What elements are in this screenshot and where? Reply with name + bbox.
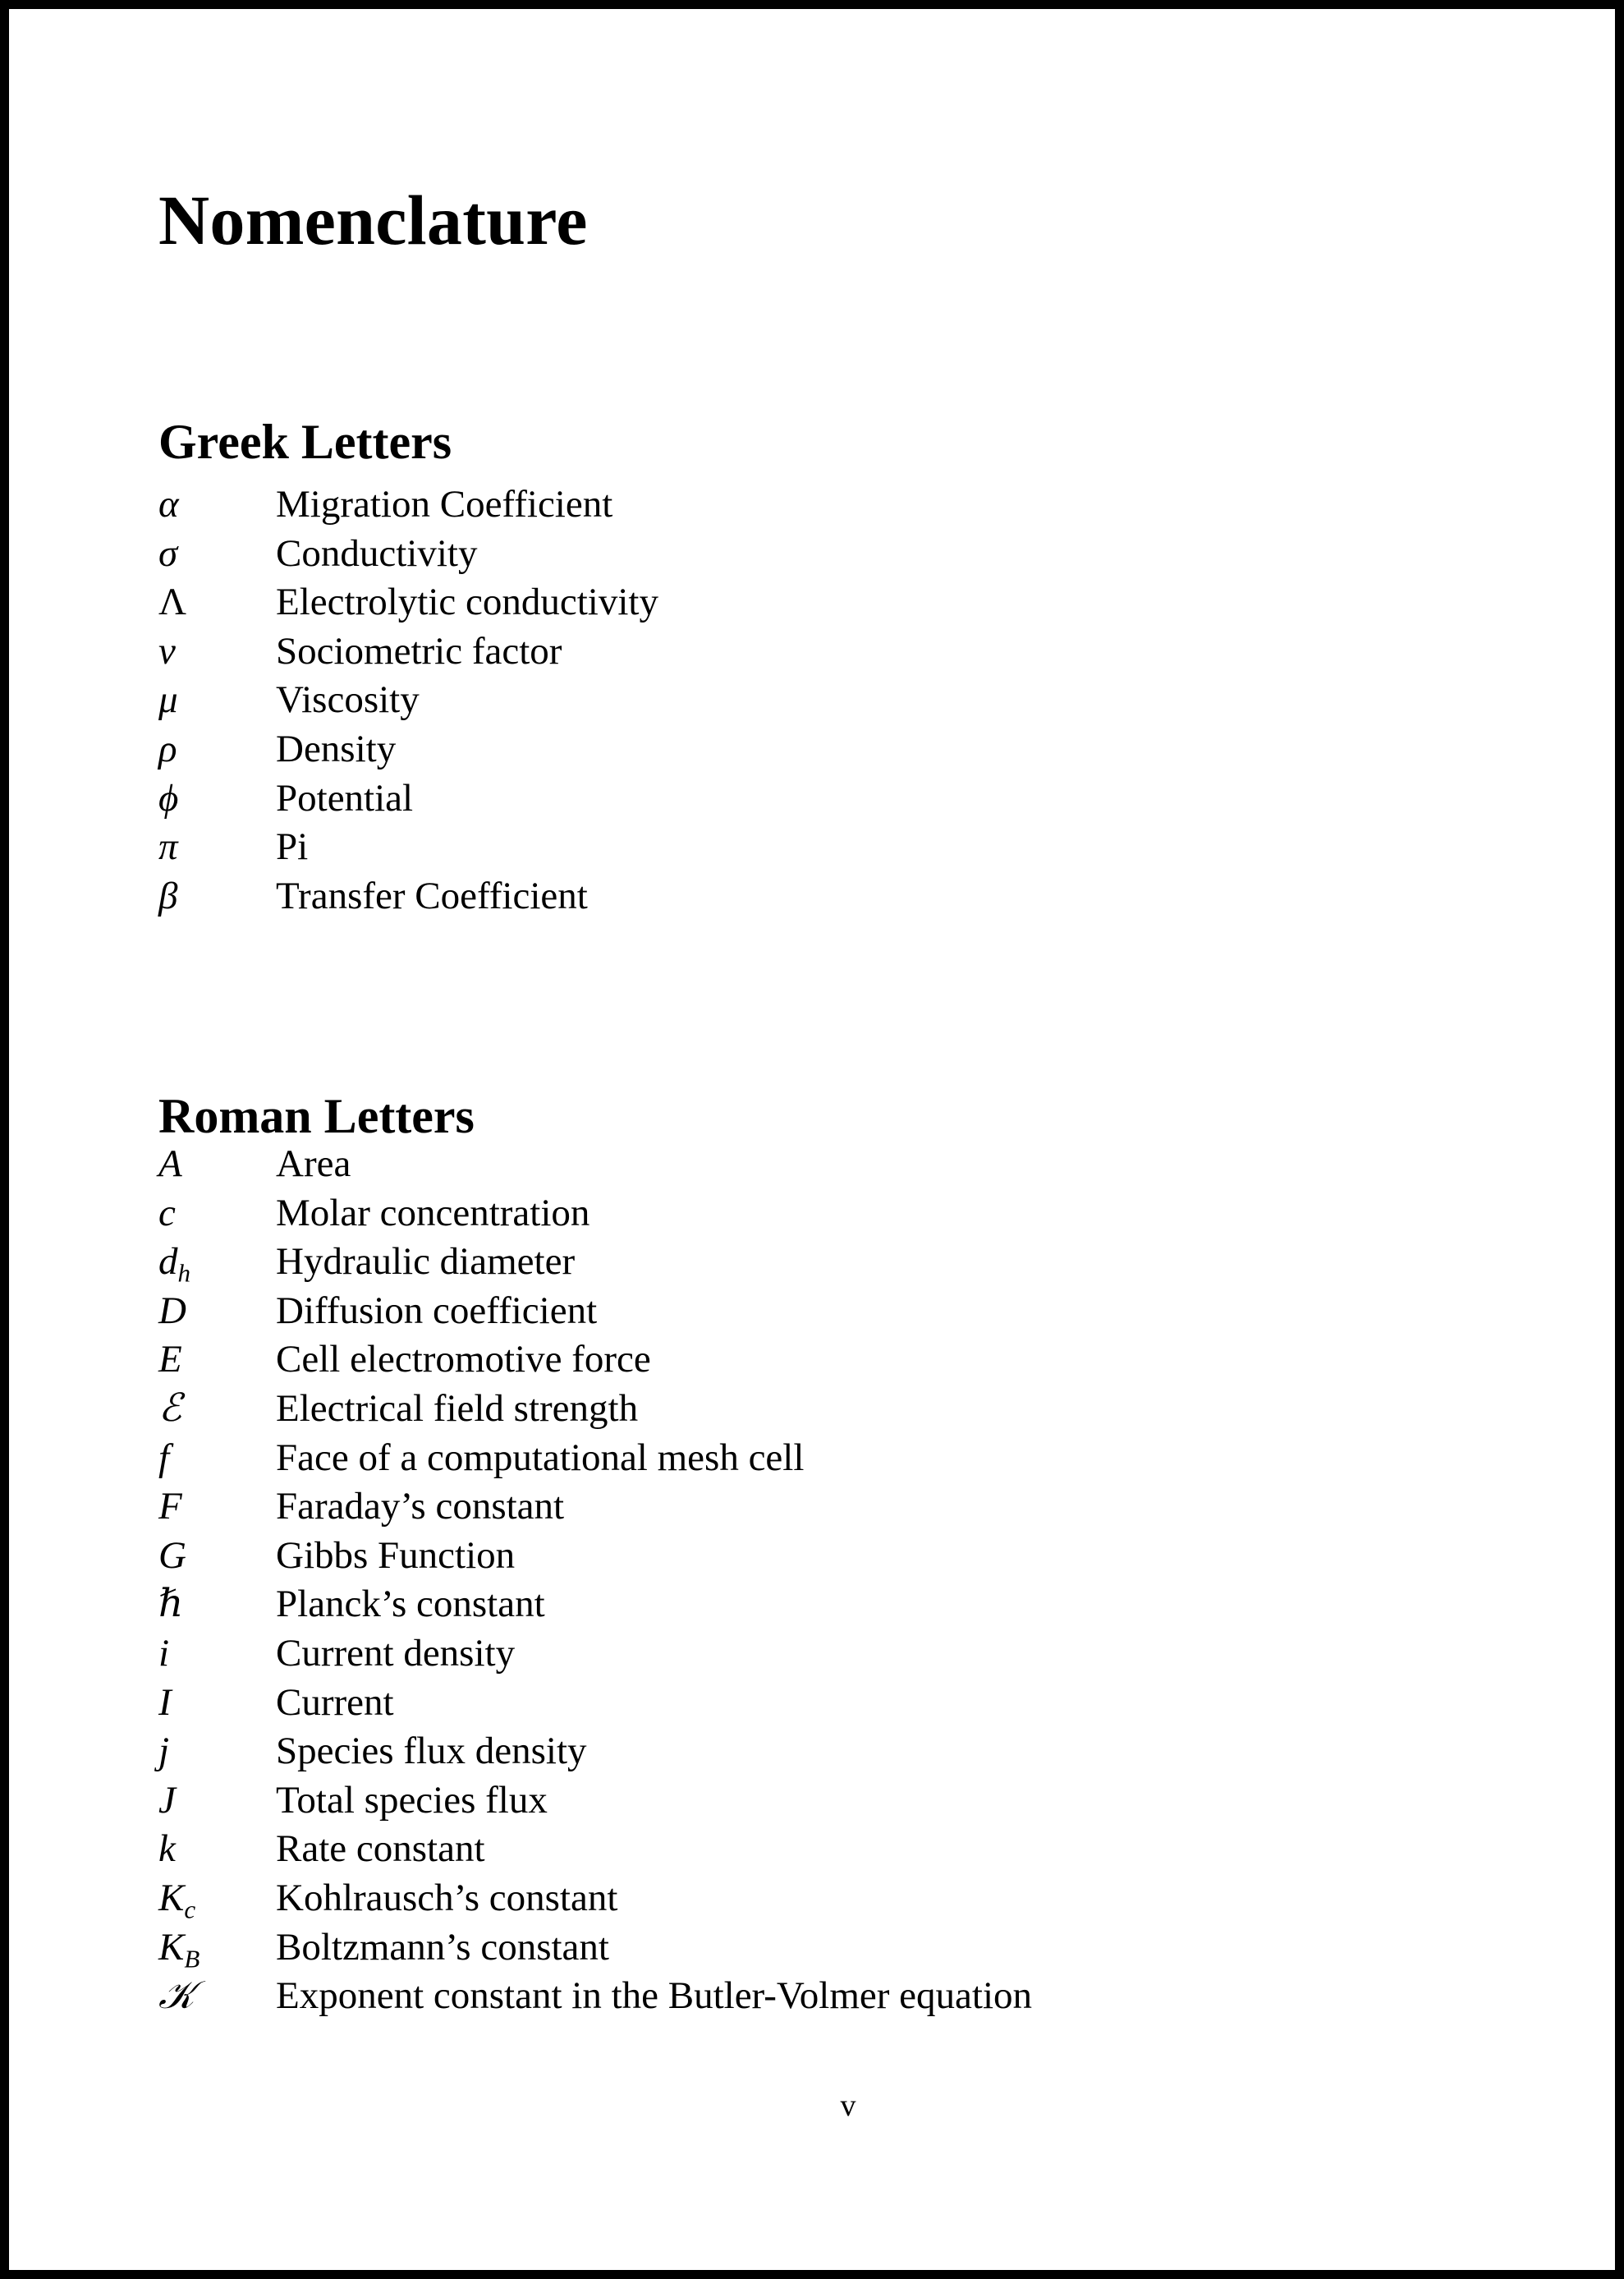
nomenclature-entry-row: ρ Density	[158, 728, 1538, 777]
page-number: v	[840, 2088, 856, 2123]
nomenclature-description: Diffusion coefficient	[276, 1289, 598, 1332]
nomenclature-entry-row: F Faraday’s constant	[158, 1485, 1538, 1534]
nomenclature-entry-row: f Face of a computational mesh cell	[158, 1436, 1538, 1486]
nomenclature-entry-row: ℏ Planck’s constant	[158, 1583, 1538, 1632]
nomenclature-symbol: ρ	[158, 727, 177, 770]
nomenclature-description: Conductivity	[276, 531, 478, 575]
nomenclature-symbol: α	[158, 483, 179, 526]
nomenclature-description: Kohlrausch’s constant	[276, 1876, 618, 1919]
nomenclature-entry-row: c Molar concentration	[158, 1192, 1538, 1241]
nomenclature-symbol: I	[158, 1680, 172, 1724]
nomenclature-symbol: f	[158, 1436, 170, 1479]
nomenclature-description: Boltzmann’s constant	[276, 1925, 609, 1969]
nomenclature-symbol: ℏ	[158, 1583, 184, 1626]
nomenclature-description: Electrolytic conductivity	[276, 581, 658, 624]
nomenclature-entry-row: β Transfer Coefficient	[158, 875, 1538, 924]
nomenclature-symbol: σ	[158, 531, 178, 575]
nomenclature-entry-row: dh Hydraulic diameter	[158, 1240, 1538, 1289]
nomenclature-symbol: μ	[158, 678, 178, 722]
nomenclature-description: Migration Coefficient	[276, 483, 613, 526]
nomenclature-description: Area	[276, 1142, 351, 1185]
nomenclature-description: Species flux density	[276, 1730, 587, 1773]
nomenclature-description: Density	[276, 727, 397, 770]
nomenclature-description: Total species flux	[276, 1778, 548, 1822]
nomenclature-list-greek-letters: α Migration Coefficient σ Conductivity Λ Elec…	[158, 483, 1538, 923]
page-content: Nomenclature Greek Letters α Migration Co…	[158, 9, 1538, 2270]
nomenclature-symbol: 𝒦	[158, 1973, 195, 2019]
section-heading-greek-letters: Greek Letters	[158, 414, 452, 469]
nomenclature-description: Sociometric factor	[276, 629, 562, 673]
nomenclature-symbol: k	[158, 1827, 176, 1871]
nomenclature-entry-row: D Diffusion coefficient	[158, 1289, 1538, 1339]
nomenclature-entry-row: j Species flux density	[158, 1730, 1538, 1779]
nomenclature-entry-row: 𝒦 Exponent constant in the Butler-Volmer …	[158, 1974, 1538, 2024]
nomenclature-symbol: j	[158, 1730, 170, 1773]
nomenclature-description: Current	[276, 1680, 394, 1724]
nomenclature-symbol: π	[158, 825, 178, 869]
nomenclature-symbol: F	[158, 1485, 182, 1528]
nomenclature-entry-row: μ Viscosity	[158, 678, 1538, 728]
nomenclature-symbol: c	[158, 1191, 176, 1234]
nomenclature-entry-row: KB Boltzmann’s constant	[158, 1926, 1538, 1975]
nomenclature-symbol: ℰ	[158, 1385, 182, 1431]
nomenclature-description: Planck’s constant	[276, 1583, 545, 1626]
nomenclature-entry-row: I Current	[158, 1681, 1538, 1730]
nomenclature-symbol: G	[158, 1533, 186, 1577]
nomenclature-symbol-subscript: c	[184, 1895, 196, 1924]
nomenclature-symbol-subscript: h	[177, 1258, 191, 1288]
nomenclature-description: Pi	[276, 825, 309, 869]
nomenclature-description: Cell electromotive force	[276, 1338, 651, 1381]
nomenclature-description: Electrical field strength	[276, 1386, 639, 1430]
nomenclature-symbol: ϕ	[158, 776, 179, 820]
nomenclature-entry-row: i Current density	[158, 1632, 1538, 1681]
nomenclature-description: Hydraulic diameter	[276, 1240, 576, 1284]
nomenclature-entry-row: ℰ Electrical field strength	[158, 1385, 1538, 1436]
nomenclature-description: Transfer Coefficient	[276, 874, 588, 917]
nomenclature-description: Exponent constant in the Butler-Volmer e…	[276, 1974, 1033, 2018]
document-page: Nomenclature Greek Letters α Migration Co…	[0, 0, 1624, 2279]
nomenclature-symbol: E	[158, 1338, 182, 1381]
nomenclature-entry-row: π Pi	[158, 825, 1538, 875]
nomenclature-symbol: A	[158, 1142, 182, 1185]
nomenclature-symbol: ν	[158, 629, 176, 673]
nomenclature-list-roman-letters: A Area c Molar concentration dh Hydraulic dia…	[158, 1142, 1538, 2024]
nomenclature-description: Faraday’s constant	[276, 1485, 565, 1528]
nomenclature-symbol: i	[158, 1631, 170, 1675]
nomenclature-symbol: D	[158, 1289, 186, 1332]
nomenclature-entry-row: ν Sociometric factor	[158, 630, 1538, 679]
nomenclature-symbol-subscript: B	[184, 1943, 200, 1973]
nomenclature-entry-row: J Total species flux	[158, 1779, 1538, 1828]
nomenclature-description: Gibbs Function	[276, 1533, 516, 1577]
nomenclature-symbol: Λ	[158, 581, 187, 624]
nomenclature-symbol: β	[158, 874, 178, 917]
nomenclature-entry-row: ϕ Potential	[158, 777, 1538, 826]
nomenclature-symbol: KB	[158, 1925, 200, 1973]
nomenclature-entry-row: α Migration Coefficient	[158, 483, 1538, 532]
nomenclature-entry-row: Λ Electrolytic conductivity	[158, 581, 1538, 630]
nomenclature-entry-row: k Rate constant	[158, 1827, 1538, 1877]
nomenclature-entry-row: Kc Kohlrausch’s constant	[158, 1877, 1538, 1926]
nomenclature-entry-row: E Cell electromotive force	[158, 1338, 1538, 1387]
nomenclature-symbol: dh	[158, 1240, 191, 1288]
nomenclature-symbol: J	[158, 1778, 176, 1822]
nomenclature-description: Molar concentration	[276, 1191, 590, 1234]
nomenclature-description: Potential	[276, 776, 414, 820]
nomenclature-entry-row: σ Conductivity	[158, 532, 1538, 581]
nomenclature-description: Viscosity	[276, 678, 420, 722]
nomenclature-description: Current density	[276, 1631, 516, 1675]
nomenclature-entry-row: G Gibbs Function	[158, 1534, 1538, 1583]
nomenclature-entry-row: A Area	[158, 1142, 1538, 1192]
page-title: Nomenclature	[158, 180, 588, 260]
nomenclature-description: Face of a computational mesh cell	[276, 1436, 805, 1479]
section-heading-roman-letters: Roman Letters	[158, 1088, 475, 1143]
nomenclature-description: Rate constant	[276, 1827, 485, 1871]
nomenclature-symbol: Kc	[158, 1876, 196, 1924]
